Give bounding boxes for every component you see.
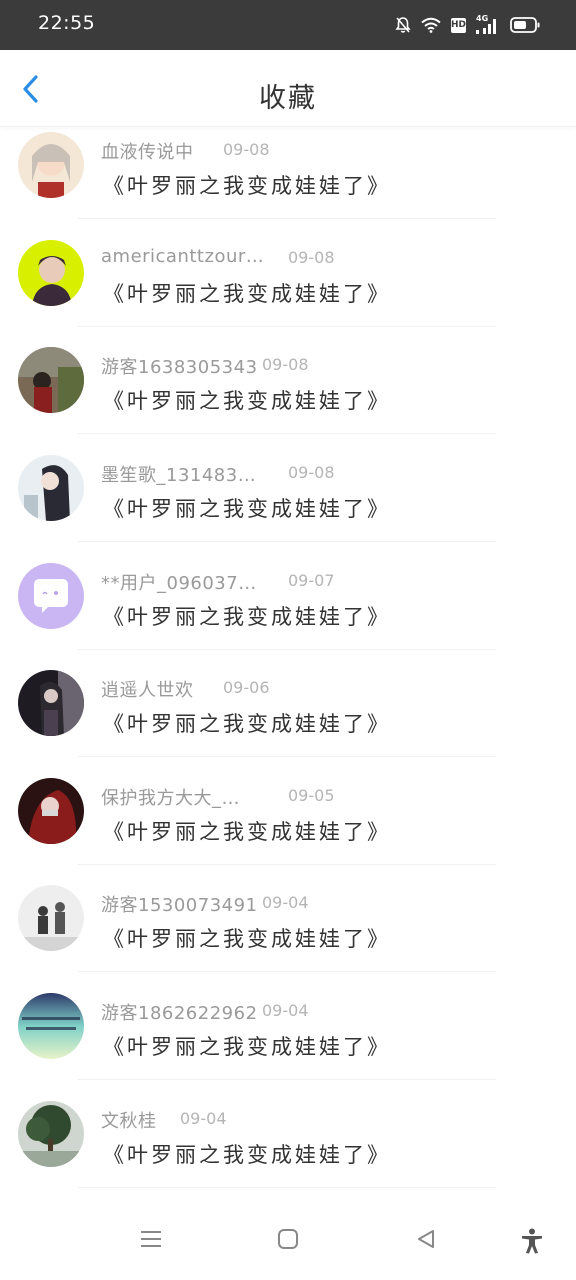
list-item[interactable]: 游客1530073491 09-04 《叶罗丽之我变成娃娃了》 bbox=[0, 879, 576, 986]
list-item[interactable]: 墨笙歌_131483… 09-08 《叶罗丽之我变成娃娃了》 bbox=[0, 448, 576, 555]
avatar bbox=[18, 885, 84, 951]
accessibility-button[interactable] bbox=[520, 1228, 544, 1258]
username: 墨笙歌_131483… bbox=[101, 465, 257, 486]
date: 09-08 bbox=[262, 355, 309, 374]
book-title: 《叶罗丽之我变成娃娃了》 bbox=[103, 174, 391, 198]
status-bar: 22:55 HD 4G bbox=[0, 0, 576, 50]
divider bbox=[78, 1079, 496, 1080]
wifi-icon bbox=[421, 17, 441, 33]
divider bbox=[78, 649, 496, 650]
avatar bbox=[18, 132, 84, 198]
date: 09-08 bbox=[288, 248, 335, 267]
date: 09-05 bbox=[288, 786, 335, 805]
book-title: 《叶罗丽之我变成娃娃了》 bbox=[103, 497, 391, 521]
divider bbox=[78, 756, 496, 757]
username: 逍遥人世欢 bbox=[101, 680, 194, 701]
accessibility-icon bbox=[520, 1228, 544, 1258]
book-title: 《叶罗丽之我变成娃娃了》 bbox=[103, 389, 391, 413]
status-icons: HD 4G bbox=[395, 14, 540, 36]
divider bbox=[78, 541, 496, 542]
menu-icon bbox=[140, 1228, 162, 1254]
username: 血液传说中 bbox=[101, 142, 194, 163]
date: 09-04 bbox=[262, 893, 309, 912]
app-header: 收藏 bbox=[0, 50, 576, 127]
book-title: 《叶罗丽之我变成娃娃了》 bbox=[103, 927, 391, 951]
avatar bbox=[18, 563, 84, 629]
list-item[interactable]: 文秋桂 09-04 《叶罗丽之我变成娃娃了》 bbox=[0, 1094, 576, 1201]
avatar bbox=[18, 240, 84, 306]
book-title: 《叶罗丽之我变成娃娃了》 bbox=[103, 1143, 391, 1167]
book-title: 《叶罗丽之我变成娃娃了》 bbox=[103, 282, 391, 306]
avatar bbox=[18, 993, 84, 1059]
avatar bbox=[18, 778, 84, 844]
page-title: 收藏 bbox=[259, 83, 317, 114]
divider bbox=[78, 971, 496, 972]
home-square-icon bbox=[277, 1228, 299, 1254]
list-item[interactable]: 血液传说中 09-08 《叶罗丽之我变成娃娃了》 bbox=[0, 126, 576, 233]
book-title: 《叶罗丽之我变成娃娃了》 bbox=[103, 820, 391, 844]
avatar bbox=[18, 455, 84, 521]
username: 保护我方大大_… bbox=[101, 788, 240, 809]
date: 09-04 bbox=[262, 1001, 309, 1020]
username: 游客1862622962 bbox=[101, 1003, 258, 1024]
divider bbox=[78, 1187, 496, 1188]
list-item[interactable]: 逍遥人世欢 09-06 《叶罗丽之我变成娃娃了》 bbox=[0, 663, 576, 770]
list-item[interactable]: 保护我方大大_… 09-05 《叶罗丽之我变成娃娃了》 bbox=[0, 771, 576, 878]
avatar bbox=[18, 347, 84, 413]
username: 文秋桂 bbox=[101, 1111, 157, 1132]
battery-icon bbox=[510, 16, 540, 34]
avatar bbox=[18, 670, 84, 736]
home-button[interactable] bbox=[277, 1228, 299, 1254]
divider bbox=[78, 864, 496, 865]
divider bbox=[78, 218, 496, 219]
list-item[interactable]: 游客1638305343 09-08 《叶罗丽之我变成娃娃了》 bbox=[0, 341, 576, 448]
book-title: 《叶罗丽之我变成娃娃了》 bbox=[103, 1035, 391, 1059]
date: 09-07 bbox=[288, 571, 335, 590]
signal-4g-icon: 4G bbox=[476, 14, 500, 34]
list-item[interactable]: americanttzour… 09-08 《叶罗丽之我变成娃娃了》 bbox=[0, 233, 576, 340]
avatar bbox=[18, 1101, 84, 1167]
date: 09-08 bbox=[288, 463, 335, 482]
date: 09-08 bbox=[223, 140, 270, 159]
status-time: 22:55 bbox=[38, 12, 96, 34]
bell-muted-icon bbox=[395, 16, 411, 34]
divider bbox=[78, 326, 496, 327]
divider bbox=[78, 433, 496, 434]
system-nav-bar bbox=[0, 1206, 576, 1280]
username: 游客1530073491 bbox=[101, 895, 258, 916]
back-nav-button[interactable] bbox=[415, 1228, 437, 1254]
date: 09-04 bbox=[180, 1109, 227, 1128]
list-item[interactable]: 游客1862622962 09-04 《叶罗丽之我变成娃娃了》 bbox=[0, 986, 576, 1093]
book-title: 《叶罗丽之我变成娃娃了》 bbox=[103, 605, 391, 629]
username: 游客1638305343 bbox=[101, 357, 258, 378]
date: 09-06 bbox=[223, 678, 270, 697]
back-triangle-icon bbox=[415, 1228, 437, 1254]
book-title: 《叶罗丽之我变成娃娃了》 bbox=[103, 712, 391, 736]
username: americanttzour… bbox=[101, 246, 265, 267]
list-item[interactable]: **用户_096037… 09-07 《叶罗丽之我变成娃娃了》 bbox=[0, 556, 576, 663]
username: **用户_096037… bbox=[101, 573, 257, 594]
hd-icon: HD bbox=[451, 17, 466, 33]
menu-button[interactable] bbox=[140, 1228, 162, 1254]
